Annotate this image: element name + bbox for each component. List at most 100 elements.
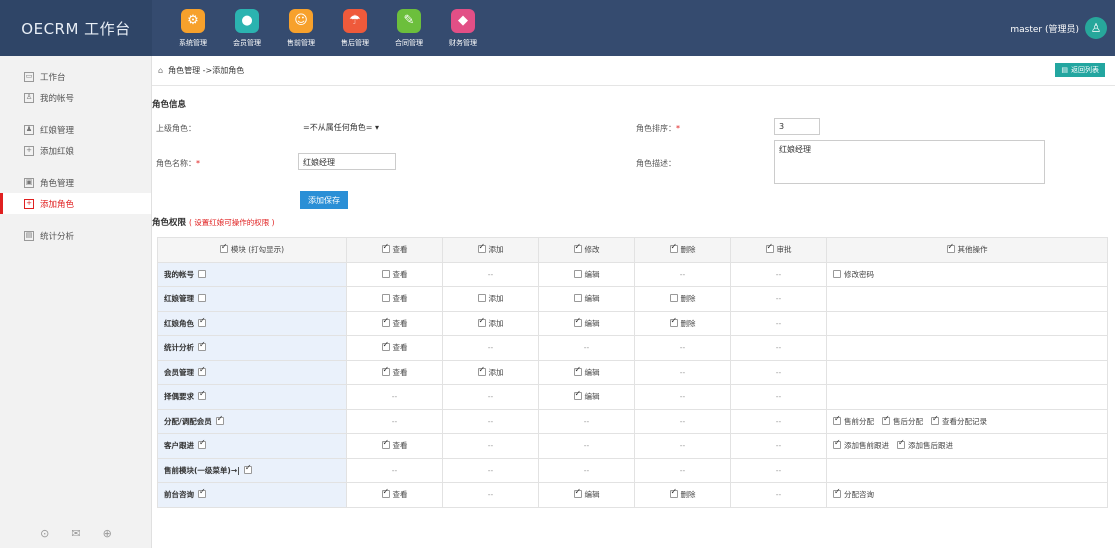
column-header: 查看	[346, 237, 443, 263]
module-checkbox[interactable]	[198, 341, 206, 352]
module-checkbox[interactable]	[198, 294, 206, 303]
op-checkbox[interactable]	[833, 488, 841, 499]
main-content: ⌂ 角色管理 ->添加角色 ▤ 返回列表 角色信息 上级角色： =不从属任何角色…	[152, 56, 1115, 548]
breadcrumb-text: 角色管理 ->添加角色	[168, 66, 245, 75]
back-to-list-button[interactable]: ▤ 返回列表	[1055, 63, 1105, 77]
permission-checkbox[interactable]	[573, 269, 582, 278]
header-checkbox[interactable]	[219, 243, 228, 254]
other-op[interactable]: 查看分配记录	[931, 415, 987, 426]
permission-checkbox[interactable]	[381, 341, 390, 352]
column-header-label: 审批	[776, 245, 792, 255]
header-checkbox[interactable]	[381, 243, 390, 254]
permission-checkbox[interactable]	[477, 366, 486, 376]
permission-checkbox[interactable]	[669, 317, 678, 327]
other-op[interactable]: 修改密码	[833, 269, 874, 279]
avatar-icon[interactable]: ♙	[1085, 17, 1107, 39]
permission-checkbox[interactable]	[381, 294, 390, 303]
other-op[interactable]: 添加售后跟进	[897, 439, 953, 450]
permission-checkbox[interactable]	[573, 488, 582, 499]
permission-cell: --	[634, 408, 731, 434]
permission-checkbox[interactable]	[381, 269, 390, 278]
header-checkbox[interactable]	[946, 243, 955, 254]
sidebar-item-6[interactable]: + 添加角色	[0, 193, 151, 214]
top-bar: OECRM 工作台 ⚙ 系统管理 ● 会员管理 ☺ 售前管理 ☂ 售后管理 ✎ 合同管理 ◆ 财务管理…	[0, 0, 1115, 56]
module-5[interactable]: ✎ 合同管理	[386, 8, 432, 48]
empty-marker: --	[487, 465, 494, 475]
mail-icon[interactable]: ✉	[71, 527, 80, 540]
sidebar-item-7[interactable]: ▤ 统计分析	[0, 225, 151, 246]
permission-cell: --	[346, 408, 443, 434]
op-checkbox[interactable]	[833, 415, 841, 425]
sidebar-item-3[interactable]: ♟ 红娘管理	[0, 119, 151, 140]
other-op[interactable]: 售后分配	[882, 415, 923, 426]
permission-checkbox[interactable]	[669, 294, 678, 303]
permission-checkbox[interactable]	[573, 294, 582, 303]
permission-checkbox[interactable]	[669, 488, 678, 499]
module-checkbox[interactable]	[215, 415, 224, 425]
module-label: 会员管理	[233, 38, 261, 47]
module-checkbox[interactable]	[198, 317, 206, 327]
permission-label: 查看	[392, 269, 408, 279]
save-button[interactable]: 添加保存	[300, 191, 348, 209]
settings-icon[interactable]: ⊙	[40, 527, 49, 540]
sidebar-item-5[interactable]: ▣ 角色管理	[0, 172, 151, 193]
add-circle-icon[interactable]: ⊕	[103, 527, 112, 540]
module-1[interactable]: ⚙ 系统管理	[170, 8, 216, 48]
module-cell: 会员管理	[157, 359, 347, 385]
module-checkbox[interactable]	[198, 366, 206, 376]
smiley-icon: ☺	[289, 8, 313, 33]
permission-checkbox[interactable]	[381, 488, 390, 499]
sidebar-item-1[interactable]: ▭ 工作台	[0, 66, 151, 87]
other-op[interactable]: 分配咨询	[833, 488, 874, 499]
permission-checkbox[interactable]	[477, 294, 486, 303]
sidebar-item-4[interactable]: + 添加红娘	[0, 140, 151, 161]
permission-cell: --	[442, 335, 539, 361]
empty-marker: --	[679, 343, 686, 353]
op-checkbox[interactable]	[833, 439, 841, 450]
permission-checkbox[interactable]	[381, 366, 390, 376]
permission-checkbox[interactable]	[573, 390, 582, 401]
permission-label: 编辑	[584, 269, 600, 279]
header-checkbox[interactable]	[477, 243, 486, 254]
role-order-input[interactable]: 3	[774, 118, 820, 135]
op-checkbox[interactable]	[882, 415, 890, 425]
permission-checkbox[interactable]	[573, 366, 582, 376]
module-checkbox[interactable]	[198, 269, 206, 278]
table-row: 红娘角色 查看 添加 编辑 删除 --	[157, 310, 1108, 336]
op-checkbox[interactable]	[833, 269, 841, 278]
module-6[interactable]: ◆ 财务管理	[440, 8, 486, 48]
permission-checkbox[interactable]	[381, 317, 390, 327]
role-icon: ▣	[24, 177, 34, 188]
home-icon[interactable]: ⌂	[158, 66, 163, 75]
op-checkbox[interactable]	[897, 439, 905, 450]
role-desc-textarea[interactable]: 红娘经理	[774, 140, 1045, 184]
other-op[interactable]: 添加售前跟进	[833, 439, 889, 450]
module-4[interactable]: ☂ 售后管理	[332, 8, 378, 48]
module-2[interactable]: ● 会员管理	[224, 8, 270, 48]
module-cell: 统计分析	[157, 335, 347, 361]
permission-checkbox[interactable]	[381, 439, 390, 450]
permission-checkbox[interactable]	[573, 317, 582, 327]
header-checkbox[interactable]	[765, 243, 774, 254]
module-checkbox[interactable]	[198, 439, 206, 450]
permission-cell: 删除	[634, 310, 731, 336]
header-checkbox[interactable]	[669, 243, 678, 254]
role-name-input[interactable]: 红娘经理	[298, 153, 396, 170]
user-menu[interactable]: master (管理员) ♙	[1010, 0, 1107, 56]
column-header: 删除	[634, 237, 731, 263]
module-checkbox[interactable]	[198, 488, 206, 499]
permission-cell: --	[730, 433, 827, 459]
parent-role-select[interactable]: =不从属任何角色= ▾	[298, 118, 388, 135]
user-name[interactable]: master (管理员)	[1010, 22, 1079, 35]
add-icon: +	[24, 145, 34, 156]
module-checkbox[interactable]	[198, 390, 206, 401]
sidebar-item-label: 统计分析	[40, 231, 75, 242]
column-header: 其他操作	[826, 237, 1108, 263]
permission-checkbox[interactable]	[477, 317, 486, 327]
sidebar-item-2[interactable]: ♙ 我的帐号	[0, 87, 151, 108]
other-op[interactable]: 售前分配	[833, 415, 874, 426]
module-3[interactable]: ☺ 售前管理	[278, 8, 324, 48]
header-checkbox[interactable]	[573, 243, 582, 254]
module-checkbox[interactable]	[243, 464, 252, 474]
op-checkbox[interactable]	[931, 415, 939, 425]
